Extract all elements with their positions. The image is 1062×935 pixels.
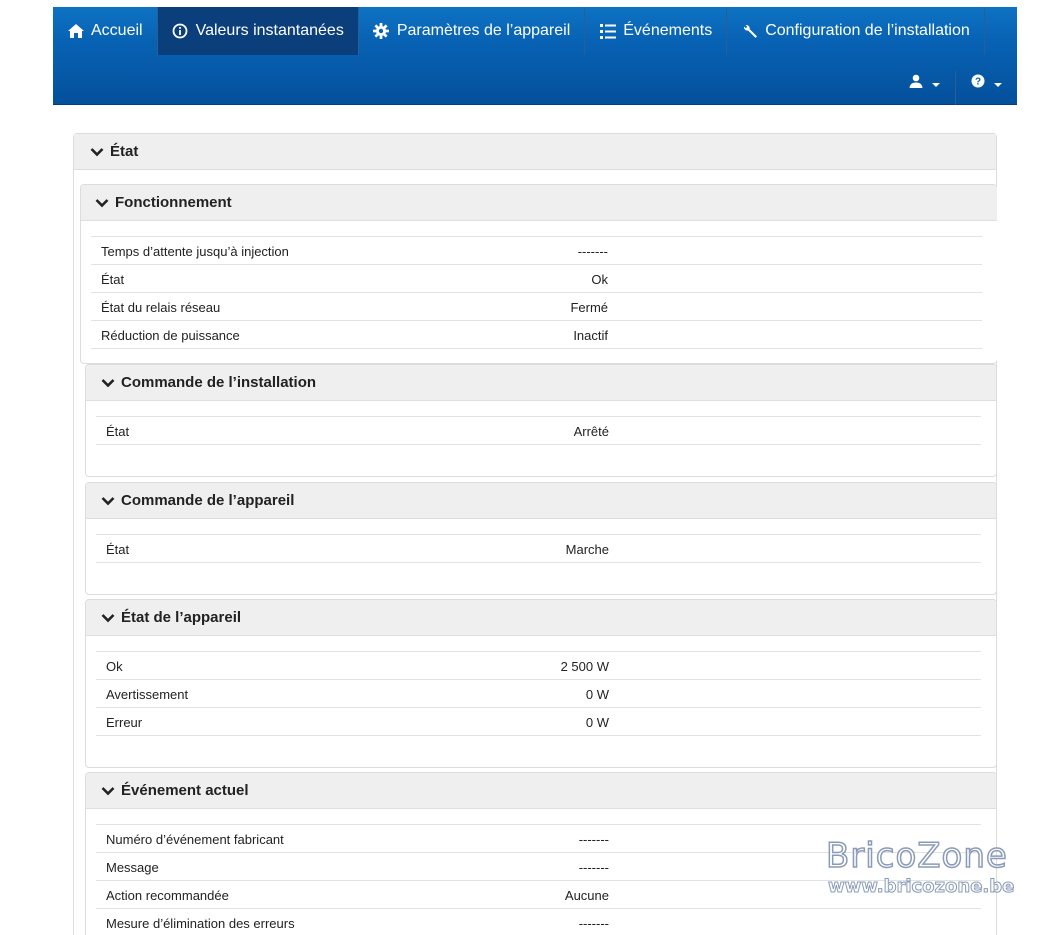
commande-installation-table: État Arrêté <box>96 416 981 445</box>
nav-item-valeurs-instantanees[interactable]: Valeurs instantanées <box>157 7 359 55</box>
nav-label: Accueil <box>91 22 143 39</box>
nav-label: Valeurs instantanées <box>195 22 344 39</box>
home-icon <box>67 23 84 40</box>
commande-appareil-panel-header[interactable]: Commande de l’appareil <box>86 483 996 519</box>
nav-label: Paramètres de l’appareil <box>396 22 571 39</box>
table-row: Avertissement 0 W <box>96 680 981 708</box>
commande-appareil-table: État Marche <box>96 534 981 563</box>
etat-panel-header[interactable]: État <box>74 134 996 170</box>
etat-appareil-table: Ok 2 500 W Avertissement 0 W Erreur 0 W <box>96 651 981 736</box>
wrench-icon <box>741 23 758 40</box>
fonctionnement-panel-header[interactable]: Fonctionnement <box>81 185 997 221</box>
table-row: État du relais réseau Fermé <box>91 293 982 321</box>
gear-icon <box>373 23 390 40</box>
top-navbar: Accueil Valeurs instantanées Paramètres … <box>53 7 1017 105</box>
panel-title: État <box>110 143 139 160</box>
table-row: Numéro d’événement fabricant ------- <box>96 825 981 853</box>
fonctionnement-table: Temps d’attente jusqu’à injection -------… <box>91 236 982 349</box>
table-row: Ok 2 500 W <box>96 652 981 680</box>
commande-installation-panel-header[interactable]: Commande de l’installation <box>86 365 996 401</box>
panel-title: Fonctionnement <box>115 194 232 211</box>
evenement-actuel-panel-header[interactable]: Événement actuel <box>86 773 996 809</box>
nav-item-evenements[interactable]: Événements <box>585 7 728 55</box>
info-icon <box>172 23 189 40</box>
chevron-down-icon <box>101 378 115 387</box>
etat-appareil-panel: État de l’appareil Ok 2 500 W Avertisseme… <box>85 599 997 768</box>
main-nav: Accueil Valeurs instantanées Paramètres … <box>53 7 985 55</box>
table-row: État Ok <box>91 265 982 293</box>
commande-appareil-panel: Commande de l’appareil État Marche <box>85 482 997 595</box>
table-row: Message ------- <box>96 853 981 881</box>
chevron-down-icon <box>994 83 1002 87</box>
etat-panel: État Fonctionnement Temps d’attente jusq… <box>73 133 997 935</box>
list-icon <box>599 23 616 40</box>
svg-text:?: ? <box>975 77 981 88</box>
evenement-actuel-panel: Événement actuel Numéro d’événement fabr… <box>85 772 997 935</box>
nav-label: Configuration de l’installation <box>765 22 970 39</box>
panel-title: Commande de l’installation <box>121 374 317 391</box>
commande-installation-panel: Commande de l’installation État Arrêté <box>85 364 997 477</box>
chevron-down-icon <box>931 83 940 87</box>
fonctionnement-panel: Fonctionnement Temps d’attente jusqu’à i… <box>80 184 997 364</box>
table-row: Temps d’attente jusqu’à injection ------- <box>91 237 982 265</box>
nav-right: ? <box>893 71 1017 105</box>
chevron-down-icon <box>95 198 109 207</box>
table-row: Mesure d’élimination des erreurs ------- <box>96 909 981 935</box>
table-row: État Marche <box>96 535 981 563</box>
panel-title: État de l’appareil <box>121 609 242 626</box>
panel-title: Événement actuel <box>121 782 249 799</box>
help-icon: ? <box>971 74 985 93</box>
nav-item-parametres-appareil[interactable]: Paramètres de l’appareil <box>359 7 586 55</box>
table-row: Réduction de puissance Inactif <box>91 321 982 349</box>
nav-item-configuration-installation[interactable]: Configuration de l’installation <box>727 7 985 55</box>
user-icon <box>909 74 923 93</box>
help-menu-dropdown[interactable]: ? <box>955 71 1017 105</box>
panel-title: Commande de l’appareil <box>121 492 295 509</box>
table-row: Erreur 0 W <box>96 708 981 736</box>
etat-appareil-panel-header[interactable]: État de l’appareil <box>86 600 996 636</box>
table-row: État Arrêté <box>96 417 981 445</box>
chevron-down-icon <box>90 147 104 156</box>
chevron-down-icon <box>101 786 115 795</box>
chevron-down-icon <box>101 496 115 505</box>
nav-label: Événements <box>623 22 713 39</box>
evenement-actuel-table: Numéro d’événement fabricant ------- Mess… <box>96 824 981 935</box>
chevron-down-icon <box>101 613 115 622</box>
table-row: Action recommandée Aucune <box>96 881 981 909</box>
user-menu-dropdown[interactable] <box>893 71 955 105</box>
nav-item-accueil[interactable]: Accueil <box>53 7 158 55</box>
